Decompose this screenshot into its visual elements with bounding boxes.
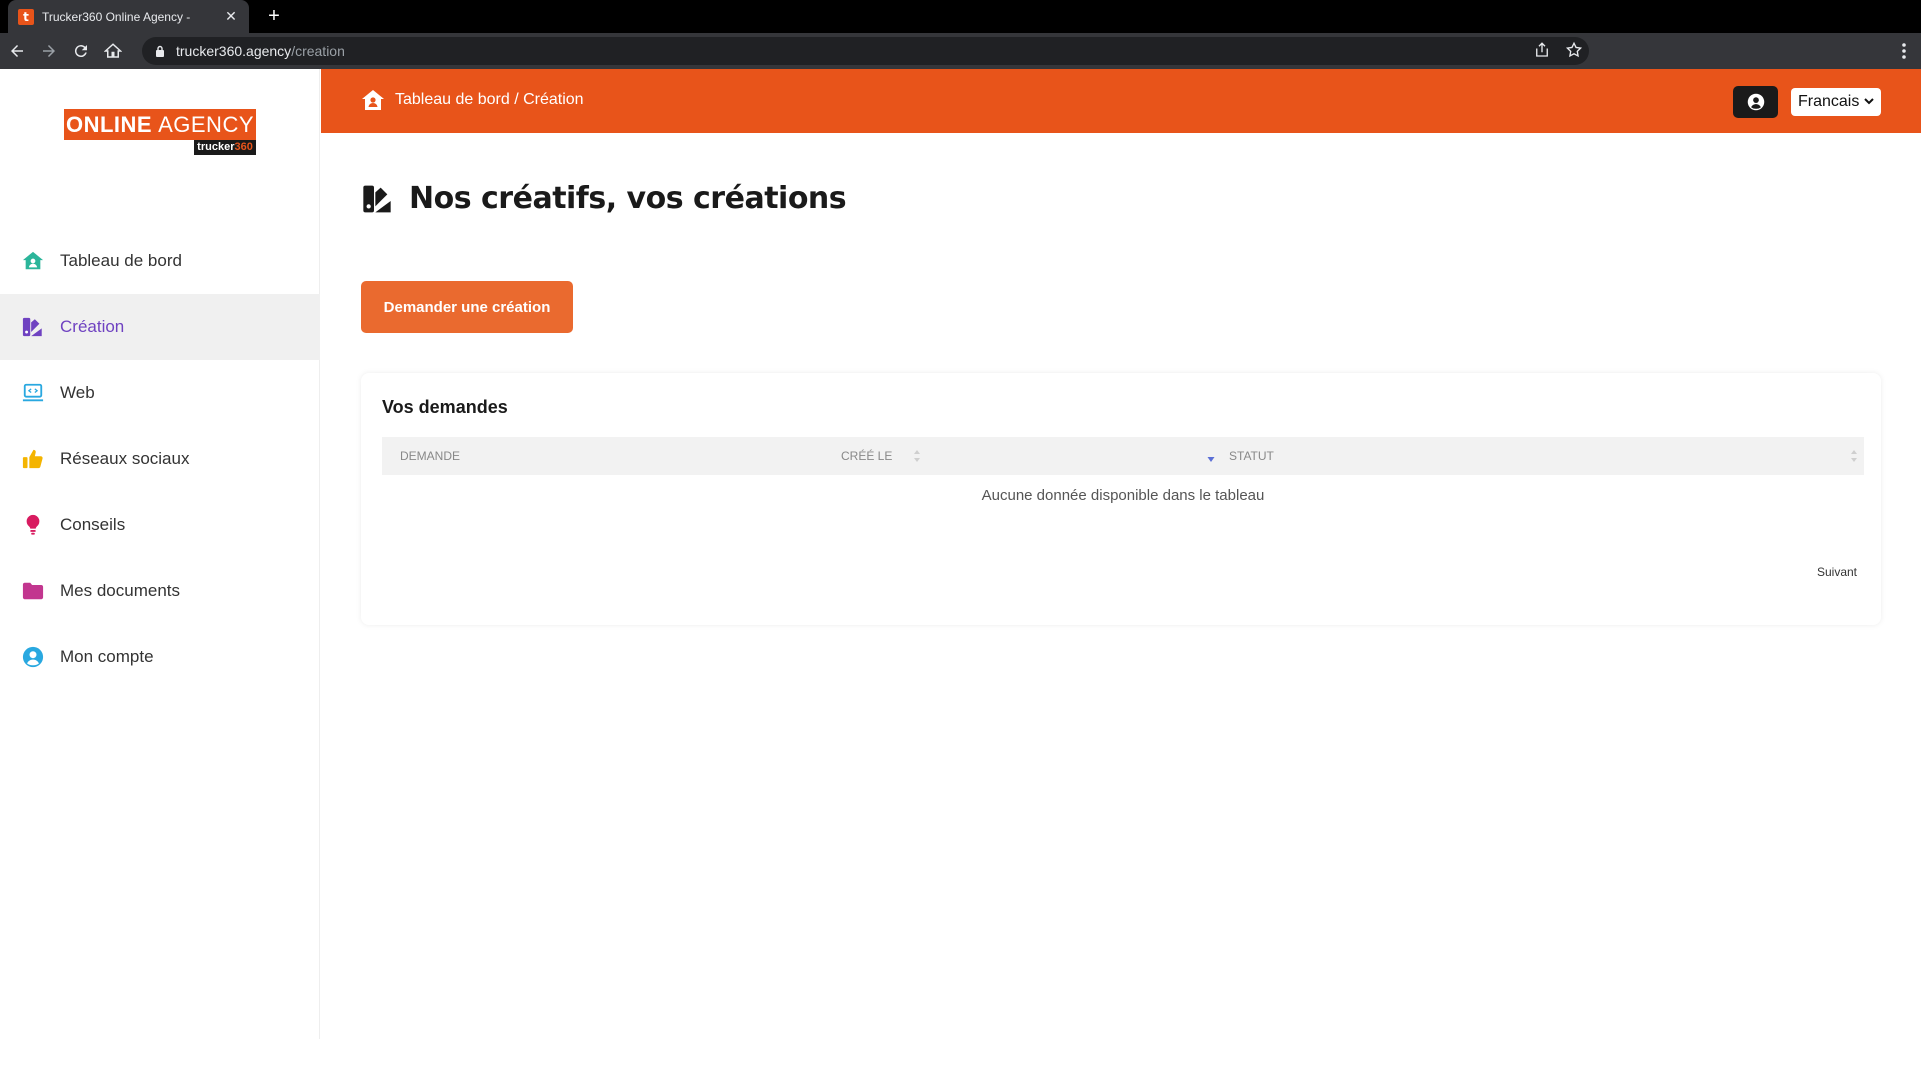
favicon-icon: t — [18, 8, 34, 25]
sidebar-item-label: Création — [60, 317, 125, 336]
sidebar-item-conseils[interactable]: Conseils — [0, 492, 320, 558]
swatch-icon — [22, 316, 44, 338]
new-tab-button[interactable]: + — [262, 4, 286, 28]
sidebar-item-label: Tableau de bord — [60, 251, 182, 270]
requests-card: Vos demandes DEMANDE CRÉÉ LE STATUT Aucu… — [361, 373, 1881, 625]
back-button[interactable] — [2, 36, 32, 66]
sidebar-item-mon-compte[interactable]: Mon compte — [0, 624, 320, 690]
sidebar-item-web[interactable]: Web — [0, 360, 320, 426]
sidebar-item-label: Conseils — [60, 515, 126, 534]
url-path: /creation — [291, 43, 345, 59]
sidebar-item-label: Mon compte — [60, 647, 154, 666]
main-content: Nos créatifs, vos créations Demander une… — [321, 133, 1921, 1039]
online-agency-logo[interactable]: ONLINE AGENCY trucker360 — [64, 109, 256, 155]
page-title: Nos créatifs, vos créations — [409, 181, 847, 216]
home-icon[interactable] — [361, 89, 385, 111]
lightbulb-icon — [22, 514, 44, 536]
breadcrumb: Tableau de bord / Création — [361, 89, 584, 111]
table-header: DEMANDE CRÉÉ LE STATUT — [382, 437, 1864, 475]
sidebar-item-mes-documents[interactable]: Mes documents — [0, 558, 320, 624]
forward-button[interactable] — [34, 36, 64, 66]
sidebar-item-label: Mes documents — [60, 581, 180, 600]
address-bar[interactable]: trucker360.agency/creation — [142, 37, 1589, 65]
logo-main-bold: ONLINE — [65, 111, 153, 137]
logo-sub-num: 360 — [234, 141, 253, 153]
empty-table-message: Aucune donnée disponible dans le tableau — [981, 487, 1265, 504]
user-menu-button[interactable] — [1733, 86, 1778, 118]
column-header-statut[interactable]: STATUT — [1211, 437, 1864, 475]
request-creation-button[interactable]: Demander une création — [361, 281, 573, 333]
star-icon[interactable] — [1565, 41, 1583, 59]
top-bar: Tableau de bord / Création Francais — [321, 69, 1921, 133]
sidebar: ONLINE AGENCY trucker360 Tableau de bord … — [0, 69, 320, 1039]
sidebar-nav: Tableau de bord Création Web Réseaux soc… — [0, 228, 320, 690]
sidebar-item-reseaux-sociaux[interactable]: Réseaux sociaux — [0, 426, 320, 492]
sort-icon — [1851, 450, 1857, 462]
page-heading: Nos créatifs, vos créations — [361, 181, 847, 216]
swatch-icon — [363, 185, 391, 212]
sidebar-item-label: Réseaux sociaux — [60, 449, 190, 468]
laptop-code-icon — [22, 382, 44, 404]
home-icon — [22, 250, 44, 272]
language-value: Francais — [1798, 93, 1860, 110]
folder-icon — [22, 580, 44, 602]
sidebar-item-label: Web — [60, 383, 95, 402]
reload-button[interactable] — [66, 36, 96, 66]
breadcrumb-text[interactable]: Tableau de bord / Création — [395, 91, 584, 109]
browser-toolbar: trucker360.agency/creation — [0, 33, 1921, 69]
browser-menu-icon[interactable] — [1901, 41, 1907, 61]
home-button[interactable] — [98, 36, 128, 66]
home-outline-icon — [104, 43, 122, 58]
arrow-left-icon — [11, 45, 23, 57]
browser-tab[interactable]: t Trucker360 Online Agency - ✕ — [8, 0, 249, 33]
share-icon[interactable] — [1533, 41, 1551, 59]
language-select[interactable]: Francais — [1791, 88, 1881, 116]
arrow-right-icon — [43, 45, 55, 57]
close-tab-icon[interactable]: ✕ — [223, 8, 239, 25]
lock-icon — [156, 45, 164, 57]
logo-main-thin: AGENCY — [158, 111, 255, 137]
sidebar-item-tableau-de-bord[interactable]: Tableau de bord — [0, 228, 320, 294]
url-host: trucker360.agency — [176, 43, 292, 59]
thumbs-up-icon — [22, 448, 44, 470]
logo-sub-text: trucker — [197, 141, 235, 153]
user-circle-icon — [22, 646, 44, 668]
next-page-button[interactable]: Suivant — [1817, 565, 1857, 579]
user-circle-icon — [1747, 93, 1764, 111]
chevron-down-icon — [1864, 98, 1874, 105]
browser-tab-strip: t Trucker360 Online Agency - ✕ + — [0, 0, 1921, 33]
tab-title: Trucker360 Online Agency - — [42, 9, 191, 24]
card-title: Vos demandes — [382, 397, 508, 417]
reload-icon — [74, 45, 87, 58]
sidebar-item-creation[interactable]: Création — [0, 294, 320, 360]
